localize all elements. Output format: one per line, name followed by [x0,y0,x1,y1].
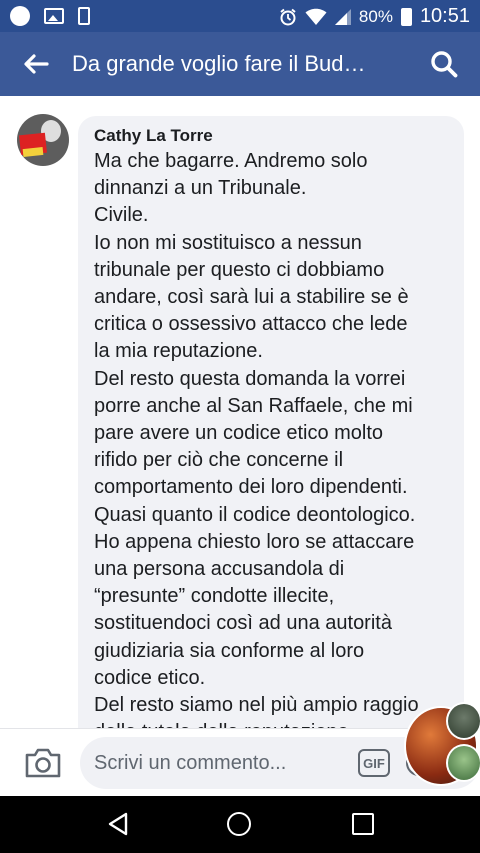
comment-text: Ma che bagarre. Andremo solo dinnanzi a … [94,148,450,728]
chat-head-avatar[interactable] [446,702,480,740]
comment-line: giudiziaria sia conforme al loro [94,639,365,662]
comment-bubble[interactable]: Cathy La Torre Ma che bagarre. Andremo s… [78,116,464,728]
battery-percent: 80% [358,6,393,26]
comment-line: Ma che bagarre. Andremo solo [94,150,368,172]
comment-line: Del resto questa domanda la vorrei [94,367,406,390]
clock: 10:51 [419,5,470,27]
comment-author[interactable]: Cathy La Torre [94,124,450,148]
arrow-left-icon [24,54,49,74]
gif-button[interactable]: GIF [358,749,390,777]
comment-line: Io non mi sostituisco a nessun [94,231,362,254]
signal-icon [334,8,351,25]
back-button[interactable] [0,32,72,96]
nav-recent-apps-icon[interactable] [352,813,374,835]
battery-saver-icon [78,7,90,25]
page-title: Da grande voglio fare il Bud… [72,51,366,76]
chat-head-avatar[interactable] [446,744,480,782]
avatar[interactable] [17,114,69,166]
comment-line: andare, così sarà lui a stabilire se è [94,286,409,309]
comment-line: Ho appena chiesto loro se attaccare [94,530,415,553]
comment-line: porre anche al San Raffaele, che mi [94,394,413,417]
nav-back-icon[interactable] [106,812,130,836]
wifi-icon [305,8,327,25]
search-icon [431,51,458,78]
comment-line: tribunale per questo ci dobbiamo [94,258,385,281]
comment-line: Civile. [94,204,149,227]
comment-line: comportamento dei loro dipendenti. [94,476,408,499]
comment-line: Del resto siamo nel più ampio raggio [94,694,419,717]
status-bar-left [10,6,90,26]
avatar-badge-strip [22,146,44,158]
comment-line: “presunte” condotte illecite, [94,585,335,608]
gallery-icon [44,8,64,24]
system-nav-bar [0,796,480,853]
alarm-icon [280,8,296,25]
status-bar-right: 80% 10:51 [279,5,470,28]
comment-line: sostituendoci così ad una autorità [94,612,392,635]
comment-line: della tutela della reputazione... [94,719,450,728]
comment-line: dinnanzi a un Tribunale. [94,177,307,200]
notification-dot-icon [10,6,30,26]
comment-thread[interactable]: Cathy La Torre Ma che bagarre. Andremo s… [0,96,480,728]
comment-input[interactable] [94,749,344,777]
camera-button[interactable] [24,747,62,779]
app-bar: Da grande voglio fare il Bud… [0,32,480,96]
comment-line: codice etico. [94,666,206,689]
search-button[interactable] [408,32,480,96]
comment-line: rifido per ciò che concerne il [94,449,344,472]
nav-home-icon[interactable] [227,812,251,836]
battery-icon [400,7,412,26]
camera-icon [25,748,61,778]
comment-line: la mia reputazione. [94,340,263,363]
chat-heads[interactable] [402,700,480,790]
comment-line: una persona accusandola di [94,558,345,581]
status-bar: 80% 10:51 [0,0,480,32]
comment-line: critica o ossessivo attacco che lede [94,313,408,336]
comment-line: Quasi quanto il codice deontologico. [94,503,416,526]
comment-line: pare avere un codice etico molto [94,422,384,445]
